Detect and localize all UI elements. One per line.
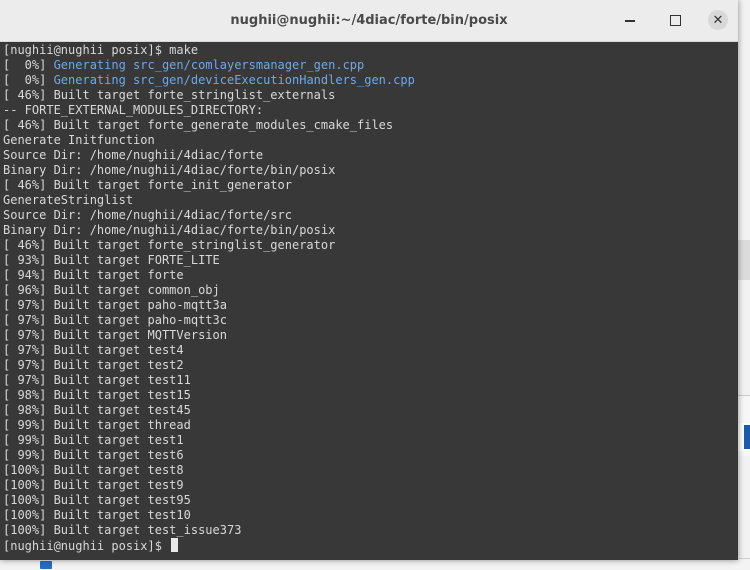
terminal-line: GenerateStringlist — [3, 193, 738, 208]
background-window — [738, 0, 750, 569]
terminal-line: [ 0%] Generating src_gen/deviceExecution… — [3, 73, 738, 88]
prompt-line[interactable]: [nughii@nughii posix]$ — [3, 538, 738, 553]
line-text: [ 93%] Built target FORTE_LITE — [3, 253, 220, 267]
terminal-line: [ 97%] Built target MQTTVersion — [3, 328, 738, 343]
line-text: Generate Initfunction — [3, 133, 155, 147]
line-text: [ 99%] Built target thread — [3, 418, 191, 432]
terminal-line: [ 46%] Built target forte_generate_modul… — [3, 118, 738, 133]
maximize-button[interactable] — [665, 10, 685, 30]
terminal-line: [100%] Built target test95 — [3, 493, 738, 508]
terminal-line: [ 94%] Built target forte — [3, 268, 738, 283]
scrollbar[interactable] — [732, 42, 738, 560]
terminal-line: Generate Initfunction — [3, 133, 738, 148]
progress-prefix: [ 0%] — [3, 58, 54, 72]
line-text: [ 98%] Built target test45 — [3, 403, 191, 417]
line-text: [100%] Built target test_issue373 — [3, 523, 242, 537]
minimize-icon — [625, 20, 635, 22]
line-text: [ 97%] Built target MQTTVersion — [3, 328, 227, 342]
terminal-line: [ 97%] Built target paho-mqtt3c — [3, 313, 738, 328]
line-text: [ 97%] Built target paho-mqtt3a — [3, 298, 227, 312]
terminal-line: Binary Dir: /home/nughii/4diac/forte/bin… — [3, 223, 738, 238]
line-text: [ 97%] Built target test2 — [3, 358, 184, 372]
terminal-window[interactable]: nughii@nughii:~/4diac/forte/bin/posix ✕ … — [0, 0, 738, 560]
line-text: [ 94%] Built target forte — [3, 268, 184, 282]
line-text: -- FORTE_EXTERNAL_MODULES_DIRECTORY: — [3, 103, 264, 117]
line-text: [ 97%] Built target paho-mqtt3c — [3, 313, 227, 327]
terminal-line: [100%] Built target test10 — [3, 508, 738, 523]
line-text: [100%] Built target test10 — [3, 508, 191, 522]
line-text: [ 96%] Built target common_obj — [3, 283, 220, 297]
folder-icon[interactable] — [40, 561, 52, 569]
line-text: [ 97%] Built target test4 — [3, 343, 184, 357]
line-text: Binary Dir: /home/nughii/4diac/forte/bin… — [3, 163, 336, 177]
terminal-line: [ 0%] Generating src_gen/comlayersmanage… — [3, 58, 738, 73]
title-bar[interactable]: nughii@nughii:~/4diac/forte/bin/posix ✕ — [0, 0, 738, 42]
terminal-line: [ 98%] Built target test45 — [3, 403, 738, 418]
line-text: [ 99%] Built target test1 — [3, 433, 184, 447]
progress-prefix: [ 0%] — [3, 73, 54, 87]
line-text: Source Dir: /home/nughii/4diac/forte/src — [3, 208, 292, 222]
terminal-lines: [nughii@nughii posix]$ make[ 0%] Generat… — [0, 42, 738, 553]
text-cursor — [171, 538, 179, 552]
line-text: Generating src_gen/deviceExecutionHandle… — [53, 73, 415, 87]
line-text: Generating src_gen/comlayersmanager_gen.… — [53, 58, 365, 72]
line-text: [ 46%] Built target forte_generate_modul… — [3, 118, 394, 132]
terminal-line: [ 97%] Built target test4 — [3, 343, 738, 358]
terminal-line: [ 46%] Built target forte_stringlist_ext… — [3, 88, 738, 103]
terminal-line: Binary Dir: /home/nughii/4diac/forte/bin… — [3, 163, 738, 178]
line-text: [100%] Built target test8 — [3, 463, 184, 477]
terminal-line: [ 99%] Built target test6 — [3, 448, 738, 463]
line-text: [ 46%] Built target forte_stringlist_ext… — [3, 88, 336, 102]
terminal-line: [100%] Built target test9 — [3, 478, 738, 493]
line-text: [ 99%] Built target test6 — [3, 448, 184, 462]
maximize-icon — [669, 14, 681, 26]
terminal-line: [ 99%] Built target test1 — [3, 433, 738, 448]
terminal-line: [ 99%] Built target thread — [3, 418, 738, 433]
terminal-line: [ 97%] Built target test11 — [3, 373, 738, 388]
terminal-line: [100%] Built target test8 — [3, 463, 738, 478]
line-text: Source Dir: /home/nughii/4diac/forte — [3, 148, 264, 162]
background-app-icon — [744, 425, 750, 449]
terminal-line: -- FORTE_EXTERNAL_MODULES_DIRECTORY: — [3, 103, 738, 118]
terminal-line: [ 97%] Built target paho-mqtt3a — [3, 298, 738, 313]
shell-prompt: [nughii@nughii posix]$ — [3, 539, 170, 553]
line-text: [nughii@nughii posix]$ make — [3, 43, 199, 57]
close-icon: ✕ — [712, 12, 724, 28]
background-panel — [738, 240, 750, 280]
terminal-line: [ 46%] Built target forte_stringlist_gen… — [3, 238, 738, 253]
line-text: GenerateStringlist — [3, 193, 134, 207]
close-button[interactable]: ✕ — [708, 10, 728, 30]
terminal-line: [ 96%] Built target common_obj — [3, 283, 738, 298]
terminal-line: [100%] Built target test_issue373 — [3, 523, 738, 538]
terminal-line: [ 97%] Built target test2 — [3, 358, 738, 373]
line-text: [ 98%] Built target test15 — [3, 388, 191, 402]
terminal-line: [ 46%] Built target forte_init_generator — [3, 178, 738, 193]
terminal-line: [ 98%] Built target test15 — [3, 388, 738, 403]
line-text: [ 97%] Built target test11 — [3, 373, 191, 387]
terminal-line: Source Dir: /home/nughii/4diac/forte — [3, 148, 738, 163]
terminal-line: [ 93%] Built target FORTE_LITE — [3, 253, 738, 268]
line-text: [100%] Built target test95 — [3, 493, 191, 507]
line-text: [100%] Built target test9 — [3, 478, 184, 492]
minimize-button[interactable] — [620, 10, 640, 30]
line-text: Binary Dir: /home/nughii/4diac/forte/bin… — [3, 223, 336, 237]
terminal-line: Source Dir: /home/nughii/4diac/forte/src — [3, 208, 738, 223]
line-text: [ 46%] Built target forte_init_generator — [3, 178, 292, 192]
terminal-line: [nughii@nughii posix]$ make — [3, 43, 738, 58]
terminal-output[interactable]: [nughii@nughii posix]$ make[ 0%] Generat… — [0, 42, 738, 560]
line-text: [ 46%] Built target forte_stringlist_gen… — [3, 238, 336, 252]
